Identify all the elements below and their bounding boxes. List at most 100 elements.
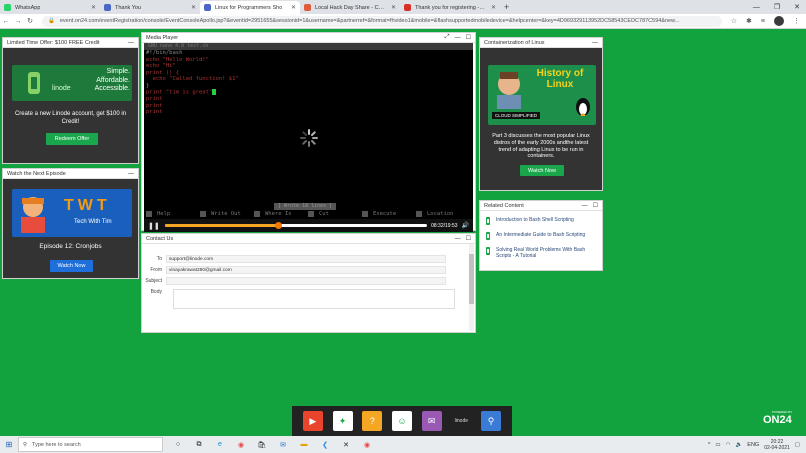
tray-chevron-icon[interactable]: ^ [708,442,711,448]
cortana-icon[interactable]: ○ [171,438,185,452]
minimize-icon[interactable]: — [753,4,760,11]
windows-start-icon[interactable]: ⊞ [0,440,18,449]
network-icon[interactable]: ◠ [726,442,731,448]
edge-icon[interactable]: e [213,438,227,452]
taskbar-search[interactable]: ⚲ Type here to search [18,437,163,452]
related-item[interactable]: Solving Real World Problems With Bash Sc… [484,247,598,259]
chrome-icon[interactable]: ◉ [234,438,248,452]
notifications-icon[interactable]: ▢ [795,442,800,448]
watch-now-button[interactable]: Watch Now [520,165,564,176]
seek-progress [164,224,278,227]
close-window-icon[interactable]: ✕ [794,3,800,11]
tab-close-icon[interactable]: ✕ [491,4,496,11]
system-tray: ^ ▭ ◠ 🔈 ENG 20:22 02-04-2021 ▢ [708,436,800,453]
watch-now-button[interactable]: Watch Now [50,260,93,272]
menu-icon[interactable]: ⋮ [793,17,800,25]
minimize-panel-icon[interactable]: — [128,40,134,46]
pause-icon[interactable]: ❚❚ [148,222,160,230]
dock-glyph: ✉ [427,415,436,426]
explorer-icon[interactable]: ▬ [297,438,311,452]
code-text: echo "Called function! $1" [146,76,239,82]
related-item-label: Introduction to Bash Shell Scripting [496,217,574,223]
browser-tab[interactable]: Thank You ✕ [100,1,200,14]
redeem-offer-button[interactable]: Redeem Offer [46,133,98,145]
clock[interactable]: 20:22 02-04-2021 [764,439,790,451]
twt-banner[interactable]: TWT Tech With Tim [12,189,132,237]
tab-close-icon[interactable]: ✕ [191,4,196,11]
volume-icon[interactable]: 🔊 [462,222,469,229]
vscode-icon[interactable]: ❮ [318,438,332,452]
minimize-panel-icon[interactable]: — [582,203,588,209]
scrollbar-thumb[interactable] [469,254,474,304]
subject-field[interactable] [166,277,446,285]
new-tab-button[interactable]: + [504,1,509,14]
browser-tab[interactable]: Thank you for registering - onco ✕ [400,1,500,14]
tab-label: Linux for Programmers Sho [215,4,283,11]
reading-list-icon[interactable]: ≡ [761,18,765,25]
nano-shortcut: Cut [308,211,362,218]
tux-penguin-icon [576,98,590,116]
from-field[interactable]: vinayakrawat280@gmail.com [166,266,446,274]
minimize-panel-icon[interactable]: — [455,236,461,242]
history-of-linux-banner[interactable]: History of Linux CLOUD SIMPLIFIED [488,65,596,125]
email-icon[interactable]: ✉ [421,411,442,431]
lock-icon: 🔒 [48,18,55,24]
bookmark-star-icon[interactable]: ☆ [731,17,737,25]
dock-glyph: ⚲ [487,415,495,426]
seek-bar[interactable] [164,222,428,229]
contact-panel: Contact Us — ☐ To support@linode.com Fro… [141,233,476,333]
chrome-active-icon[interactable]: ◉ [360,438,374,452]
browser-tab[interactable]: Local Hack Day Share - Challeng ✕ [300,1,400,14]
browser-tab[interactable]: WhatsApp ✕ [0,1,100,14]
nano-header: GNU nano 4.8 test.sh [144,43,473,50]
related-item[interactable]: An Intermediate Guide to Bash Scripting [484,232,598,240]
windows-taskbar: ⊞ ⚲ Type here to search ○ ⧉ e ◉ 🛍 ✉ ▬ ❮ … [0,436,806,453]
minimize-panel-icon[interactable]: — [592,40,598,46]
mail-icon[interactable]: ✉ [276,438,290,452]
store-icon[interactable]: 🛍 [255,438,269,452]
scrollbar[interactable] [469,244,474,331]
shortcut-label: Where Is [265,211,292,217]
tab-close-icon[interactable]: ✕ [391,4,396,11]
back-icon[interactable]: ← [0,18,12,25]
linode-banner[interactable]: linode Simple. Affordable. Accessible. [12,65,132,101]
url-field[interactable]: 🔒 event.on24.com/eventRegistration/conso… [42,15,722,27]
linode-icon[interactable]: ✦ [332,411,353,431]
video-frame[interactable]: GNU nano 4.8 test.sh #!/bin/bash echo "He… [144,43,473,230]
tab-close-icon[interactable]: ✕ [91,4,96,11]
minimize-panel-icon[interactable]: — [455,35,461,41]
maximize-panel-icon[interactable]: ☐ [593,202,598,209]
on24-logo: ON24 [763,414,792,426]
linode-logo-icon[interactable]: linode [451,411,472,431]
language-indicator[interactable]: ENG [747,442,759,448]
maximize-panel-icon[interactable]: ☐ [466,235,471,242]
to-field: support@linode.com [166,255,446,263]
task-view-icon[interactable]: ⧉ [192,438,206,452]
speaker-icon[interactable]: ☺ [391,411,412,431]
body-textarea[interactable] [173,289,455,309]
tab-close-icon[interactable]: ✕ [291,4,296,11]
xbox-icon[interactable]: ✕ [339,438,353,452]
fullscreen-icon[interactable]: ⤢ [445,34,450,41]
help-icon[interactable]: ? [362,411,383,431]
shortcut-label: Execute [373,211,397,217]
code-text: print [146,102,163,109]
restore-icon[interactable]: ❐ [774,3,780,11]
reload-icon[interactable]: ↻ [24,17,36,25]
battery-icon[interactable]: ▭ [715,442,720,448]
dock-glyph: linode [454,418,469,424]
maximize-panel-icon[interactable]: ☐ [466,34,471,41]
profile-avatar[interactable] [774,16,784,26]
url-text: event.on24.com/eventRegistration/console… [59,18,680,24]
related-item[interactable]: Introduction to Bash Shell Scripting [484,217,598,225]
minimize-panel-icon[interactable]: — [128,171,134,177]
player-controls: ❚❚ 08:32/19:53 🔊 [144,219,473,232]
browser-tab[interactable]: Linux for Programmers Sho ✕ [200,1,300,14]
extensions-icon[interactable]: ✱ [746,17,752,25]
resources-icon[interactable]: ⚲ [481,411,502,431]
subject-label: Subject [145,278,162,284]
media-player-icon[interactable]: ▶ [302,411,323,431]
seek-handle[interactable] [274,222,282,229]
volume-tray-icon[interactable]: 🔈 [735,442,742,448]
forward-icon[interactable]: → [12,18,24,25]
